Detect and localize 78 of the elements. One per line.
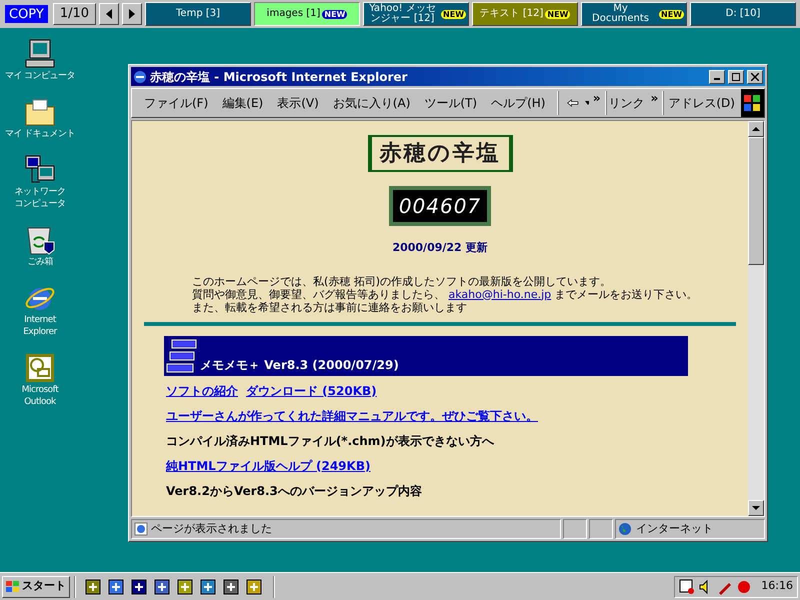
copy-button[interactable]: COPY: [3, 3, 50, 25]
previous-button[interactable]: [99, 3, 120, 25]
desktop-icon-label[interactable]: Explorer: [23, 326, 57, 338]
task-button[interactable]: Temp [3]: [145, 2, 252, 26]
right-triangle-icon: [129, 9, 136, 19]
minimize-icon: [714, 78, 720, 80]
page-link[interactable]: ダウンロード (520KB): [246, 382, 377, 400]
dropdown-caret-icon[interactable]: [584, 101, 589, 105]
intro-line: までメールをお送り下さい。: [554, 288, 698, 300]
status-panel: [589, 519, 613, 539]
page-counter: 1/10: [52, 3, 96, 25]
windows-flag-icon: [744, 95, 760, 111]
close-button[interactable]: [747, 70, 763, 84]
status-panel: [563, 519, 587, 539]
task-button[interactable]: D: [10]: [690, 2, 796, 26]
stacked-bars-icon: [166, 338, 198, 374]
links-button[interactable]: リンク: [608, 94, 645, 112]
banner-title: メモメモ＋ Ver8.3 (2000/07/29): [200, 356, 399, 374]
new-badge: NEW: [545, 10, 570, 18]
section-text: Ver8.2からVer8.3へのバージョンアップ内容: [166, 482, 422, 500]
scroll-up-button[interactable]: [748, 121, 764, 137]
desktop-icon-label[interactable]: Internet: [24, 314, 56, 326]
intro-line: また、転載を希望される方は事前に連絡をお願いします: [192, 300, 468, 314]
menu-item[interactable]: お気に入り(A): [332, 94, 410, 112]
more-chevron[interactable]: »: [650, 89, 658, 107]
page-link[interactable]: ソフトの紹介: [166, 382, 238, 400]
status-message: ページが表示されました: [151, 520, 272, 537]
address-label[interactable]: アドレス(D): [668, 94, 735, 112]
page-e-icon: [134, 522, 148, 536]
new-badge: NEW: [441, 10, 466, 18]
task-button[interactable]: テキスト [12] NEW: [472, 2, 578, 26]
zone-label: インターネット: [636, 520, 713, 537]
menu-item[interactable]: 表示(V): [277, 94, 319, 112]
minimize-button[interactable]: [709, 70, 725, 84]
close-icon: [751, 72, 759, 80]
clock-envelope-icon: [24, 352, 56, 384]
desktop-icon-label[interactable]: マイ コンピュータ: [4, 70, 76, 82]
up-triangle-icon: [752, 127, 760, 131]
page-link[interactable]: ユーザーさんが作ってくれた詳細マニュアルです。ぜひご覧下さい。: [166, 406, 538, 424]
menu-item[interactable]: ファイル(F): [144, 94, 208, 112]
start-button[interactable]: スタート: [2, 576, 70, 598]
desktop-icon-label[interactable]: ネットワーク: [14, 186, 66, 198]
email-link[interactable]: akaho@hi-ho.ne.jp: [448, 288, 552, 300]
maximize-button[interactable]: [728, 70, 744, 84]
menu-item[interactable]: 編集(E): [222, 94, 264, 112]
left-triangle-icon: [106, 9, 112, 19]
globe-icon: [618, 522, 632, 536]
clock: 16:16: [761, 578, 793, 594]
page-link[interactable]: 純HTMLファイル版ヘルプ (249KB): [166, 456, 370, 474]
intro-line: このホームページでは、私(赤穂 拓司)の作成したソフトの最新版を公開しています。: [192, 274, 612, 288]
scroll-down-button[interactable]: [748, 500, 764, 516]
desktop-icon-label[interactable]: Microsoft: [22, 384, 58, 396]
windows-flag-icon: [6, 580, 20, 592]
desktop-icon-label[interactable]: マイ ドキュメント: [4, 128, 76, 140]
back-arrow-icon[interactable]: [567, 97, 579, 109]
scheduler-icon[interactable]: [679, 578, 696, 594]
scroll-thumb[interactable]: [748, 137, 764, 265]
menu-item[interactable]: ツール(T): [424, 94, 478, 112]
new-badge: NEW: [659, 10, 684, 18]
maximize-icon: [732, 72, 740, 80]
task-button[interactable]: My Documents NEW: [581, 2, 688, 26]
new-badge: NEW: [322, 10, 348, 18]
site-logo: 赤穂の辛塩: [368, 135, 512, 172]
intro-line: 質問や御意見、御要望、バグ報告等ありましたら、: [192, 288, 445, 300]
visit-counter: 004607: [388, 186, 492, 226]
window-title: 赤穂の辛塩 - Microsoft Internet Explorer: [150, 68, 408, 86]
down-triangle-icon: [752, 506, 760, 510]
next-button[interactable]: [122, 3, 142, 25]
task-button[interactable]: images [1] NEW: [254, 2, 360, 26]
menu-item[interactable]: ヘルプ(H): [491, 94, 546, 112]
desktop-icon-label[interactable]: Outlook: [24, 396, 56, 408]
computer-icon: [24, 38, 56, 70]
more-chevron[interactable]: »: [592, 89, 601, 107]
ball-icon[interactable]: [736, 578, 752, 594]
update-date: 2000/09/22 更新: [392, 240, 488, 256]
section-text: コンパイル済みHTMLファイル(*.chm)が表示できない方へ: [166, 432, 494, 450]
desktop-icon-label[interactable]: コンピュータ: [14, 198, 66, 210]
desktop-icon-label[interactable]: ごみ箱: [27, 256, 53, 268]
